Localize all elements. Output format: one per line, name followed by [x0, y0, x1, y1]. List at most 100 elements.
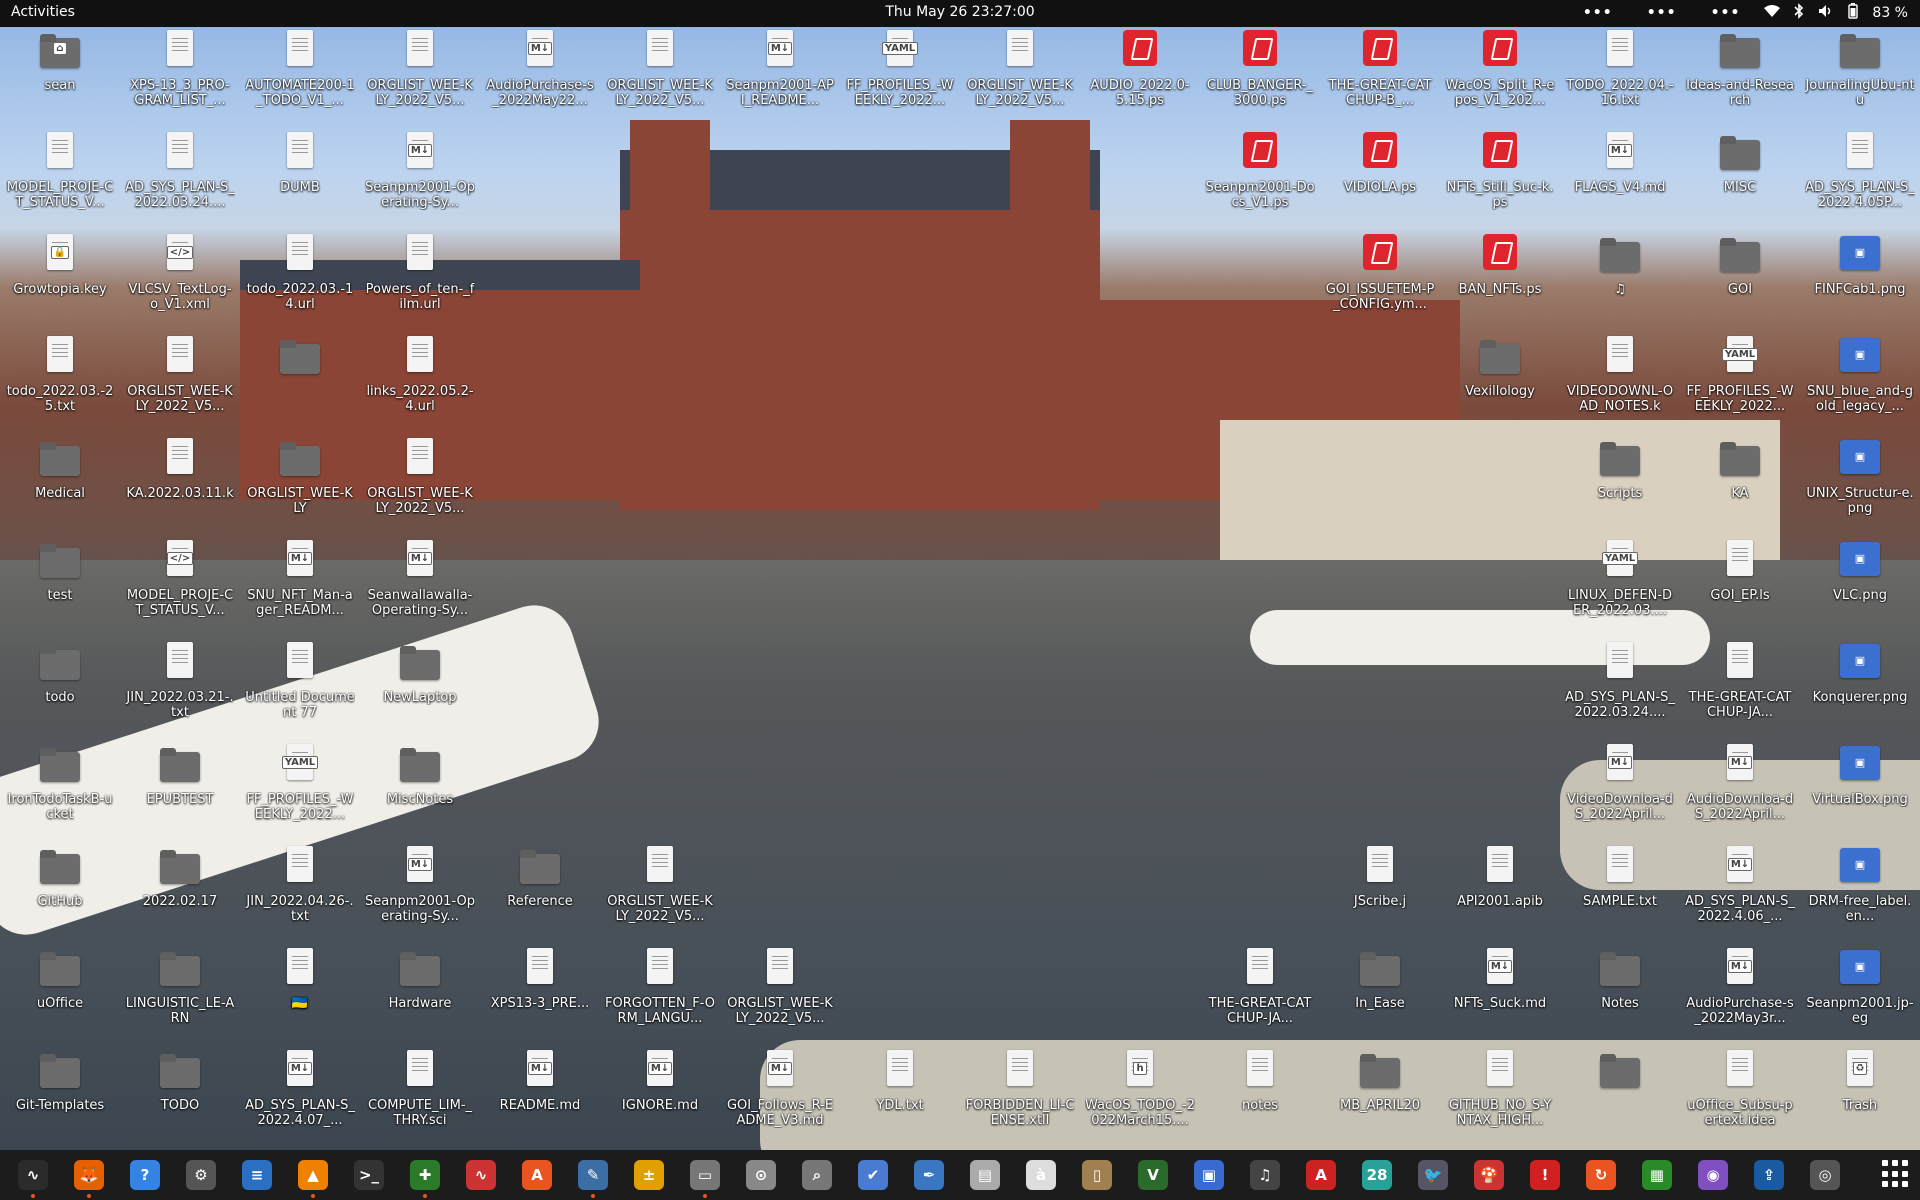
desktop-icon[interactable]: SAMPLE.txt: [1564, 844, 1676, 944]
desktop-icon[interactable]: WacOS_Split_R-epos_V1_202...: [1444, 28, 1556, 128]
vim-icon[interactable]: V: [1128, 1150, 1178, 1200]
desktop-icon[interactable]: NewLaptop: [364, 640, 476, 740]
desktop-icon[interactable]: FORBIDDEN_LI-CENSE.xtll: [964, 1048, 1076, 1148]
desktop-icon[interactable]: ▣ VLC.png: [1804, 538, 1916, 638]
mario-icon[interactable]: 🍄: [1464, 1150, 1514, 1200]
desktop-icon[interactable]: XPS13-3_PRE...: [484, 946, 596, 1046]
desktop-icon[interactable]: 🔒 Growtopia.key: [4, 232, 116, 332]
ubuntu-icon[interactable]: ◎: [1800, 1150, 1850, 1200]
desktop-icon[interactable]: ⌂ sean: [4, 28, 116, 128]
desktop-icon[interactable]: VIDEODOWNL-OAD_NOTES.k: [1564, 334, 1676, 434]
desktop-icon[interactable]: Vexillology: [1444, 334, 1556, 434]
desktop-icon[interactable]: M↓ VideoDownloa-dS_2022April...: [1564, 742, 1676, 842]
desktop-icon[interactable]: XPS-13_3_PRO-GRAM_LIST_...: [124, 28, 236, 128]
desktop-icon[interactable]: 2022.02.17: [124, 844, 236, 944]
desktop-icon[interactable]: ORGLIST_WEE-KLY: [244, 436, 356, 536]
desktop-icon[interactable]: YDL.txt: [844, 1048, 956, 1148]
extension-menu-3[interactable]: •••: [1711, 5, 1741, 21]
desktop-icon[interactable]: EPUBTEST: [124, 742, 236, 842]
desktop-icon[interactable]: KA: [1684, 436, 1796, 536]
desktop-icon[interactable]: Reference: [484, 844, 596, 944]
desktop-icon[interactable]: BAN_NFTs.ps: [1444, 232, 1556, 332]
desktop-icon[interactable]: M↓ AD_SYS_PLAN-S_2022.4.07_...: [244, 1048, 356, 1148]
desktop-icon[interactable]: TODO: [124, 1048, 236, 1148]
software-center-icon[interactable]: A: [512, 1150, 562, 1200]
system-monitor-icon[interactable]: ∿: [8, 1150, 58, 1200]
screen-icon[interactable]: ▣: [1184, 1150, 1234, 1200]
desktop-icon[interactable]: FORGOTTEN_F-ORM_LANGU...: [604, 946, 716, 1046]
desktop-icon[interactable]: ORGLIST_WEE-KLY_2022_V5...: [364, 436, 476, 536]
desktop-icon[interactable]: ORGLIST_WEE-KLY_2022_V5...: [604, 28, 716, 128]
desktop-icon[interactable]: MODEL_PROJE-CT_STATUS_V...: [4, 130, 116, 230]
desktop-icon[interactable]: ♫: [1564, 232, 1676, 332]
desktop-icon[interactable]: M↓ AudioPurchase-s_2022May22...: [484, 28, 596, 128]
firefox-icon[interactable]: 🦊: [64, 1150, 114, 1200]
desktop-icon[interactable]: Hardware: [364, 946, 476, 1046]
desktop-icon[interactable]: todo_2022.03.-25.txt: [4, 334, 116, 434]
desktop-icon[interactable]: GOI_ISSUETEM-P_CONFIG.ym...: [1324, 232, 1436, 332]
desktop-icon[interactable]: TODO_2022.04.-16.txt: [1564, 28, 1676, 128]
desktop-icon[interactable]: MB_APRIL20: [1324, 1048, 1436, 1148]
graph-icon[interactable]: ∿: [456, 1150, 506, 1200]
desktop-icon[interactable]: M↓ SNU_NFT_Man-ager_READM...: [244, 538, 356, 638]
desktop-icon[interactable]: M↓ IGNORE.md: [604, 1048, 716, 1148]
battery-icon[interactable]: [1848, 3, 1859, 23]
desktop-icon[interactable]: ORGLIST_WEE-KLY_2022_V5...: [604, 844, 716, 944]
desktop-icon[interactable]: LINGUISTIC_LE-ARN: [124, 946, 236, 1046]
screenshot-icon[interactable]: ◉: [1688, 1150, 1738, 1200]
pdf-viewer-icon[interactable]: A: [1296, 1150, 1346, 1200]
desktop-icon[interactable]: [1564, 1048, 1676, 1148]
text-document-icon[interactable]: ≡: [232, 1150, 282, 1200]
battery-percent[interactable]: 83 %: [1872, 5, 1908, 21]
updater-icon[interactable]: ↻: [1576, 1150, 1626, 1200]
desktop-icon[interactable]: Untitled Document 77: [244, 640, 356, 740]
show-applications-icon[interactable]: [1882, 1160, 1910, 1188]
desktop-icon[interactable]: M↓ Seanwallawalla-Operating-Sy...: [364, 538, 476, 638]
text-editor-icon[interactable]: ✎: [568, 1150, 618, 1200]
wifi-icon[interactable]: [1764, 4, 1781, 22]
desktop-icon[interactable]: MiscNotes: [364, 742, 476, 842]
desktop-icon[interactable]: todo: [4, 640, 116, 740]
desktop-icon[interactable]: ORGLIST_WEE-KLY_2022_V5...: [124, 334, 236, 434]
desktop-icon[interactable]: ▣ VirtualBox.png: [1804, 742, 1916, 842]
music-icon[interactable]: ♫: [1240, 1150, 1290, 1200]
desktop-icon[interactable]: ▣ Seanpm2001.jp-eg: [1804, 946, 1916, 1046]
desktop-icon[interactable]: test: [4, 538, 116, 638]
spreadsheet-icon[interactable]: ▦: [1632, 1150, 1682, 1200]
desktop-icon[interactable]: ▣ Konquerer.png: [1804, 640, 1916, 740]
desktop-icon[interactable]: uOffice_Subsu-pertext.idea: [1684, 1048, 1796, 1148]
desktop-icon[interactable]: JIN_2022.04.26-.txt: [244, 844, 356, 944]
desktop-icon[interactable]: JScribe.j: [1324, 844, 1436, 944]
desktop-icon[interactable]: ▣ DRM-free_label.en...: [1804, 844, 1916, 944]
desktop-icon[interactable]: M↓ AD_SYS_PLAN-S_2022.4.06_...: [1684, 844, 1796, 944]
extension-menu-1[interactable]: •••: [1583, 5, 1613, 21]
desktop-icon[interactable]: AUTOMATE200-1_TODO_V1_...: [244, 28, 356, 128]
desktop-icon[interactable]: links_2022.05.2-4.url: [364, 334, 476, 434]
alert-icon[interactable]: !: [1520, 1150, 1570, 1200]
desktop-icon[interactable]: GITHUB_NO_S-YNTAX_HIGH...: [1444, 1048, 1556, 1148]
character-map-icon[interactable]: à: [1016, 1150, 1066, 1200]
desktop-icon[interactable]: M↓ NFTs_Suck.md: [1444, 946, 1556, 1046]
desktop-icon[interactable]: NFTs_Still_Suc-k.ps: [1444, 130, 1556, 230]
desktop-icon[interactable]: THE-GREAT-CATCHUP-B_...: [1324, 28, 1436, 128]
desktop-icon[interactable]: VIDIOLA.ps: [1324, 130, 1436, 230]
search-icon[interactable]: ⌕: [792, 1150, 842, 1200]
desktop-icon[interactable]: Scripts: [1564, 436, 1676, 536]
desktop-icon[interactable]: ▣ SNU_blue_and-gold_legacy_...: [1804, 334, 1916, 434]
desktop-icon[interactable]: M↓ Seanpm2001-Operating-Sy...: [364, 844, 476, 944]
desktop-icon[interactable]: MISC: [1684, 130, 1796, 230]
desktop-icon[interactable]: M↓ Seanpm2001-API_README...: [724, 28, 836, 128]
desktop-icon[interactable]: ▣ UNIX_Structur-e.png: [1804, 436, 1916, 536]
desktop-icon[interactable]: Ideas-and-Research: [1684, 28, 1796, 128]
vlc-icon[interactable]: ▲: [288, 1150, 338, 1200]
desktop-icon[interactable]: In_Ease: [1324, 946, 1436, 1046]
desktop-icon[interactable]: YAML LINUX_DEFEN-DER_2022.03....: [1564, 538, 1676, 638]
desktop-icon[interactable]: AD_SYS_PLAN-S_2022.03.24....: [1564, 640, 1676, 740]
settings-icon[interactable]: ⚙: [176, 1150, 226, 1200]
desktop-icon[interactable]: Seanpm2001-Docs_V1.ps: [1204, 130, 1316, 230]
desktop-icon[interactable]: M↓ AudioDownloa-dS_2022April...: [1684, 742, 1796, 842]
desktop-icon[interactable]: Medical: [4, 436, 116, 536]
files-icon[interactable]: ▭: [680, 1150, 730, 1200]
desktop-icon[interactable]: GOI_EP.ls: [1684, 538, 1796, 638]
extension-menu-2[interactable]: •••: [1647, 5, 1677, 21]
